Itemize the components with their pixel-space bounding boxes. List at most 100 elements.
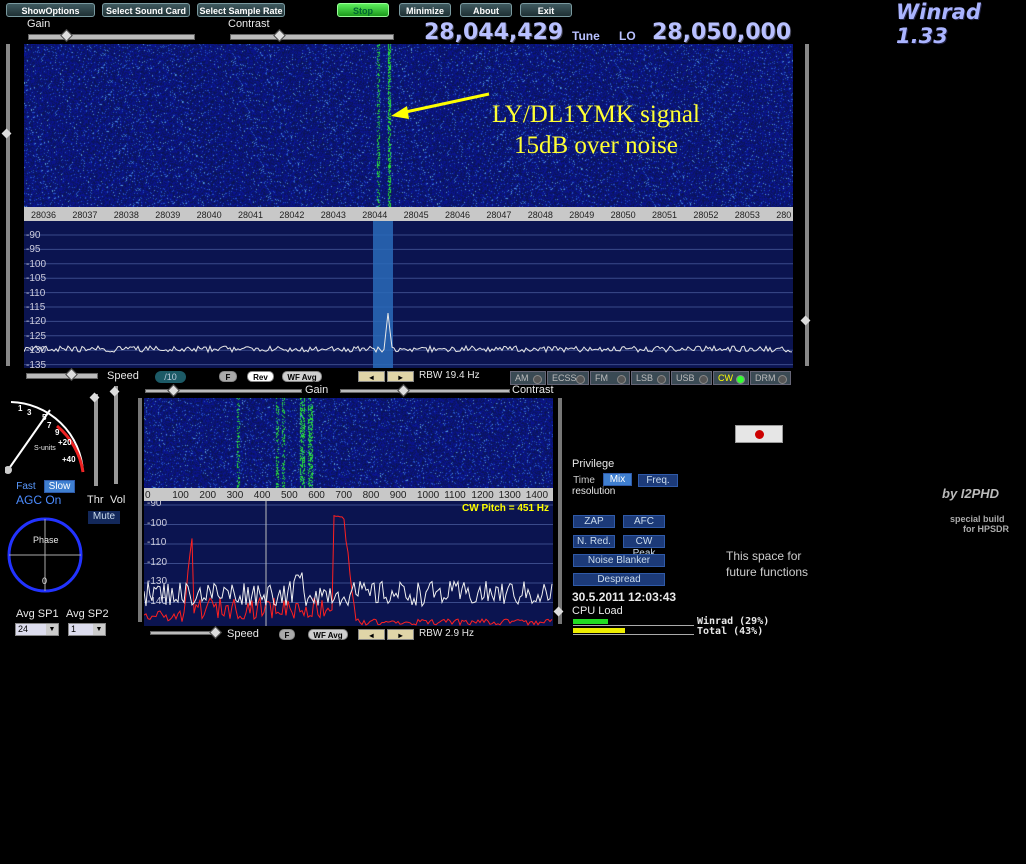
arrow-right-icon: ▸ — [398, 631, 403, 640]
scale-tick-label: 28051 — [652, 210, 678, 220]
zap-button[interactable]: ZAP — [573, 515, 615, 528]
arrow-left-icon: ◂ — [369, 631, 374, 640]
afc-button[interactable]: AFC — [623, 515, 665, 528]
scale-tick-label: 28036 — [31, 210, 57, 220]
mode-label: ECSS — [552, 373, 577, 383]
audio-wf-avg-button[interactable]: WF Avg — [308, 629, 348, 640]
main-step-right-button[interactable]: ▸ — [387, 371, 414, 382]
db-label: -125 — [26, 330, 47, 342]
mode-lsb-button[interactable]: LSB — [631, 371, 670, 385]
rev-button[interactable]: Rev — [247, 371, 274, 382]
cw-peak-button[interactable]: CW Peak — [623, 535, 665, 559]
about-button[interactable]: About — [460, 3, 512, 17]
mode-cw-button[interactable]: CW — [713, 371, 749, 385]
main-wf-avg-button[interactable]: WF Avg — [282, 371, 322, 382]
db-label: -95 — [26, 244, 41, 256]
audio-spectrum[interactable]: -90 -100 -110 -120 -130 -140 CW Pitch = 451 H… — [144, 501, 553, 626]
scale-tick-label: 28038 — [113, 210, 139, 220]
led-indicator-icon — [699, 375, 708, 384]
stop-button[interactable]: Stop — [337, 3, 389, 17]
scale-tick-label: 280 — [776, 210, 792, 220]
audio-db-label: -140 — [147, 595, 168, 607]
led-indicator-icon — [533, 375, 542, 384]
db-label: -105 — [26, 273, 47, 285]
audio-trace — [144, 572, 553, 608]
main-f-button[interactable]: F — [219, 371, 237, 382]
audio-db-label: -130 — [147, 576, 168, 587]
noise-blanker-button[interactable]: Noise Blanker — [573, 554, 665, 567]
future-line2: future functions — [726, 565, 809, 579]
left-vertical-scrollbar[interactable] — [1, 44, 12, 366]
noise-reduction-button[interactable]: N. Red. — [573, 535, 615, 548]
mode-usb-button[interactable]: USB — [671, 371, 712, 385]
s-units-label: S-units — [34, 445, 56, 452]
mode-am-button[interactable]: AM — [510, 371, 546, 385]
audio-waterfall[interactable] — [144, 398, 553, 488]
arrow-right-icon: ▸ — [398, 373, 403, 382]
mute-button[interactable]: Mute — [88, 511, 120, 524]
tune-label: Tune — [572, 29, 600, 43]
audio-step-left-button[interactable]: ◂ — [358, 629, 385, 640]
show-options-button[interactable]: ShowOptions — [6, 3, 95, 17]
avg-sp2-label: Avg SP2 — [66, 608, 109, 620]
exit-button[interactable]: Exit — [520, 3, 572, 17]
mode-fm-button[interactable]: FM — [590, 371, 630, 385]
speed-value[interactable]: /10 — [155, 371, 186, 383]
avg-sp2-select[interactable]: 1 ▼ — [68, 623, 106, 636]
gain-slider[interactable] — [28, 29, 195, 42]
speed-slider[interactable] — [26, 368, 98, 381]
s-meter-scale-label: +20 — [58, 438, 72, 447]
audio-scale-tick-label: 600 — [308, 490, 325, 501]
main-frequency-scale[interactable]: 28036 28037 28038 28039 28040 28041 28042 28043… — [24, 207, 793, 221]
audio-gain-slider[interactable] — [145, 384, 302, 397]
avg-sp2-value: 1 — [71, 624, 77, 634]
record-button[interactable] — [735, 425, 783, 443]
audio-right-scrollbar[interactable] — [553, 398, 564, 624]
audio-scale-tick-label: 200 — [199, 490, 217, 501]
minimize-button[interactable]: Minimize — [399, 3, 451, 17]
scale-tick-label: 28050 — [610, 210, 636, 220]
select-sound-card-button[interactable]: Select Sound Card — [102, 3, 190, 17]
scale-tick-label: 28047 — [486, 210, 512, 220]
mode-drm-button[interactable]: DRM — [750, 371, 791, 385]
chevron-down-icon: ▼ — [93, 624, 105, 635]
contrast-label: Contrast — [228, 18, 270, 30]
avg-sp1-select[interactable]: 24 ▼ — [15, 623, 59, 636]
resolution-label: resolution — [572, 486, 616, 497]
audio-speed-slider[interactable] — [150, 626, 222, 639]
audio-left-scrollbar[interactable] — [138, 398, 142, 622]
despread-button[interactable]: Despread — [573, 573, 665, 586]
main-step-left-button[interactable]: ◂ — [358, 371, 385, 382]
thr-slider[interactable] — [89, 392, 100, 486]
lo-frequency[interactable]: 28,050,000 — [652, 20, 791, 45]
led-indicator-icon — [576, 375, 585, 384]
db-label: -100 — [26, 258, 47, 270]
tune-frequency[interactable]: 28,044,429 — [424, 20, 563, 45]
s-meter-scale-label: 9 — [55, 428, 60, 437]
mode-label: USB — [676, 373, 695, 383]
main-spectrum[interactable]: -90 -95 -100 -105 -110 -115 -120 -125 -130 -135 — [24, 221, 793, 368]
avg-sp1-label: Avg SP1 — [16, 608, 59, 620]
vol-slider[interactable] — [109, 386, 120, 484]
scale-tick-label: 28041 — [238, 210, 264, 220]
privilege-freq-button[interactable]: Freq. — [638, 474, 678, 487]
contrast-slider[interactable] — [230, 29, 394, 42]
gain-label: Gain — [27, 18, 51, 30]
db-label: -110 — [26, 287, 46, 299]
arrow-left-icon: ◂ — [369, 373, 374, 382]
audio-scale-tick-label: 500 — [281, 490, 298, 501]
audio-frequency-scale[interactable]: 0 100 200 300 400 500 600 700 800 900 1000 1100 1200… — [144, 488, 553, 501]
mode-ecss-button[interactable]: ECSS — [547, 371, 589, 385]
annotation-line1: LY/DL1YMK signal — [492, 101, 700, 128]
agc-slow-button[interactable]: Slow — [44, 480, 75, 493]
audio-scale-tick-label: 700 — [335, 490, 353, 501]
right-vertical-scrollbar[interactable] — [800, 44, 811, 366]
select-sample-rate-button[interactable]: Select Sample Rate — [197, 3, 285, 17]
annotation-arrow — [391, 92, 490, 119]
privilege-mix-button[interactable]: Mix — [603, 473, 632, 486]
scale-tick-label: 28045 — [403, 210, 429, 220]
db-label: -135 — [26, 359, 47, 368]
audio-step-right-button[interactable]: ▸ — [387, 629, 414, 640]
audio-contrast-slider[interactable] — [340, 384, 510, 397]
audio-f-button[interactable]: F — [279, 629, 295, 640]
